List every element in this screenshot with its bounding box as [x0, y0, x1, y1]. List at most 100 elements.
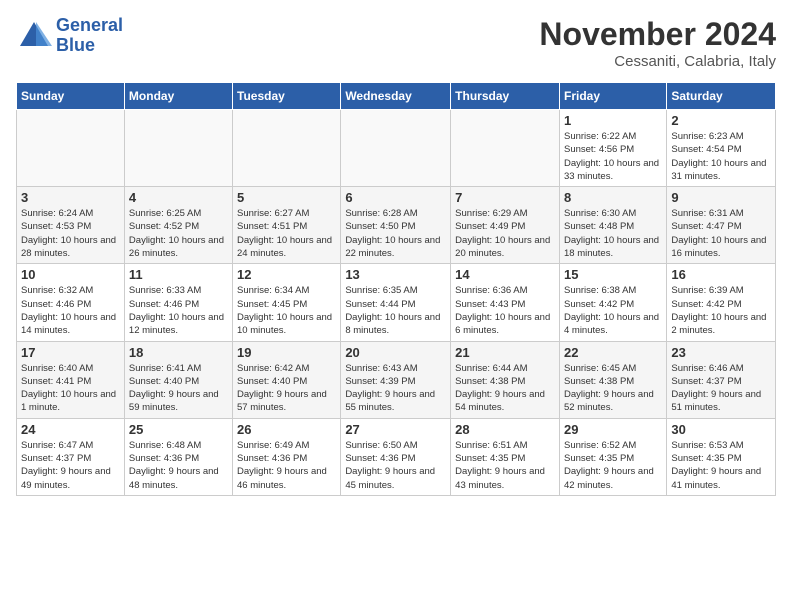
calendar-header-row: Sunday Monday Tuesday Wednesday Thursday…	[17, 83, 776, 110]
table-row: 6Sunrise: 6:28 AM Sunset: 4:50 PM Daylig…	[341, 187, 451, 264]
table-row	[341, 110, 451, 187]
day-info: Sunrise: 6:24 AM Sunset: 4:53 PM Dayligh…	[21, 207, 120, 260]
day-number: 24	[21, 422, 120, 437]
day-number: 17	[21, 345, 120, 360]
day-number: 21	[455, 345, 555, 360]
col-thursday: Thursday	[451, 83, 560, 110]
title-area: November 2024 Cessaniti, Calabria, Italy	[539, 16, 776, 70]
header: General Blue November 2024 Cessaniti, Ca…	[16, 16, 776, 70]
day-info: Sunrise: 6:48 AM Sunset: 4:36 PM Dayligh…	[129, 439, 228, 492]
table-row	[233, 110, 341, 187]
day-number: 3	[21, 190, 120, 205]
table-row: 17 Sunrise: 6:40 AM Sunset: 4:41 PM Dayli…	[17, 341, 125, 418]
day-number: 1	[564, 113, 662, 128]
table-row: 28 Sunrise: 6:51 AM Sunset: 4:35 PM Dayli…	[451, 418, 560, 495]
day-number: 16	[671, 267, 771, 282]
table-row: 16Sunrise: 6:39 AM Sunset: 4:42 PM Dayli…	[667, 264, 776, 341]
table-row: 25 Sunrise: 6:48 AM Sunset: 4:36 PM Dayli…	[124, 418, 232, 495]
table-row: 8 Sunrise: 6:30 AM Sunset: 4:48 PM Daylig…	[559, 187, 666, 264]
day-info: Sunrise: 6:22 AM Sunset: 4:56 PM Dayligh…	[564, 130, 662, 183]
table-row: 12Sunrise: 6:34 AM Sunset: 4:45 PM Dayli…	[233, 264, 341, 341]
table-row: 3 Sunrise: 6:24 AM Sunset: 4:53 PM Daylig…	[17, 187, 125, 264]
table-row: 7Sunrise: 6:29 AM Sunset: 4:49 PM Daylig…	[451, 187, 560, 264]
day-number: 29	[564, 422, 662, 437]
day-number: 4	[129, 190, 228, 205]
logo-text: General Blue	[56, 16, 123, 56]
calendar-row: 24Sunrise: 6:47 AM Sunset: 4:37 PM Dayli…	[17, 418, 776, 495]
table-row: 4 Sunrise: 6:25 AM Sunset: 4:52 PM Daylig…	[124, 187, 232, 264]
table-row: 19 Sunrise: 6:42 AM Sunset: 4:40 PM Dayli…	[233, 341, 341, 418]
col-monday: Monday	[124, 83, 232, 110]
day-number: 13	[345, 267, 446, 282]
day-number: 26	[237, 422, 336, 437]
table-row: 9 Sunrise: 6:31 AM Sunset: 4:47 PM Daylig…	[667, 187, 776, 264]
day-info: Sunrise: 6:50 AM Sunset: 4:36 PM Dayligh…	[345, 439, 446, 492]
table-row: 20 Sunrise: 6:43 AM Sunset: 4:39 PM Dayli…	[341, 341, 451, 418]
calendar-row: 1 Sunrise: 6:22 AM Sunset: 4:56 PM Daylig…	[17, 110, 776, 187]
day-info: Sunrise: 6:23 AM Sunset: 4:54 PM Dayligh…	[671, 130, 771, 183]
table-row: 10 Sunrise: 6:32 AM Sunset: 4:46 PM Dayli…	[17, 264, 125, 341]
logo-icon	[16, 18, 52, 54]
day-number: 19	[237, 345, 336, 360]
day-info: Sunrise: 6:41 AM Sunset: 4:40 PM Dayligh…	[129, 362, 228, 415]
table-row: 23 Sunrise: 6:46 AM Sunset: 4:37 PM Dayli…	[667, 341, 776, 418]
table-row: 24Sunrise: 6:47 AM Sunset: 4:37 PM Dayli…	[17, 418, 125, 495]
table-row: 26 Sunrise: 6:49 AM Sunset: 4:36 PM Dayli…	[233, 418, 341, 495]
table-row: 27Sunrise: 6:50 AM Sunset: 4:36 PM Dayli…	[341, 418, 451, 495]
day-info: Sunrise: 6:33 AM Sunset: 4:46 PM Dayligh…	[129, 284, 228, 337]
calendar-row: 3 Sunrise: 6:24 AM Sunset: 4:53 PM Daylig…	[17, 187, 776, 264]
calendar-row: 10 Sunrise: 6:32 AM Sunset: 4:46 PM Dayli…	[17, 264, 776, 341]
day-number: 2	[671, 113, 771, 128]
calendar-row: 17 Sunrise: 6:40 AM Sunset: 4:41 PM Dayli…	[17, 341, 776, 418]
table-row: 2 Sunrise: 6:23 AM Sunset: 4:54 PM Daylig…	[667, 110, 776, 187]
day-number: 11	[129, 267, 228, 282]
table-row	[124, 110, 232, 187]
day-number: 23	[671, 345, 771, 360]
day-number: 20	[345, 345, 446, 360]
day-info: Sunrise: 6:52 AM Sunset: 4:35 PM Dayligh…	[564, 439, 662, 492]
day-info: Sunrise: 6:40 AM Sunset: 4:41 PM Dayligh…	[21, 362, 120, 415]
day-info: Sunrise: 6:51 AM Sunset: 4:35 PM Dayligh…	[455, 439, 555, 492]
day-number: 9	[671, 190, 771, 205]
day-info: Sunrise: 6:30 AM Sunset: 4:48 PM Dayligh…	[564, 207, 662, 260]
day-number: 5	[237, 190, 336, 205]
day-info: Sunrise: 6:27 AM Sunset: 4:51 PM Dayligh…	[237, 207, 336, 260]
table-row: 15Sunrise: 6:38 AM Sunset: 4:42 PM Dayli…	[559, 264, 666, 341]
table-row: 13 Sunrise: 6:35 AM Sunset: 4:44 PM Dayli…	[341, 264, 451, 341]
day-info: Sunrise: 6:44 AM Sunset: 4:38 PM Dayligh…	[455, 362, 555, 415]
table-row: 29 Sunrise: 6:52 AM Sunset: 4:35 PM Dayli…	[559, 418, 666, 495]
calendar-table: Sunday Monday Tuesday Wednesday Thursday…	[16, 82, 776, 496]
day-info: Sunrise: 6:35 AM Sunset: 4:44 PM Dayligh…	[345, 284, 446, 337]
day-number: 15	[564, 267, 662, 282]
day-info: Sunrise: 6:43 AM Sunset: 4:39 PM Dayligh…	[345, 362, 446, 415]
day-number: 8	[564, 190, 662, 205]
day-info: Sunrise: 6:29 AM Sunset: 4:49 PM Dayligh…	[455, 207, 555, 260]
table-row: 22Sunrise: 6:45 AM Sunset: 4:38 PM Dayli…	[559, 341, 666, 418]
day-info: Sunrise: 6:31 AM Sunset: 4:47 PM Dayligh…	[671, 207, 771, 260]
month-title: November 2024	[539, 16, 776, 53]
day-info: Sunrise: 6:32 AM Sunset: 4:46 PM Dayligh…	[21, 284, 120, 337]
day-info: Sunrise: 6:36 AM Sunset: 4:43 PM Dayligh…	[455, 284, 555, 337]
day-info: Sunrise: 6:25 AM Sunset: 4:52 PM Dayligh…	[129, 207, 228, 260]
col-friday: Friday	[559, 83, 666, 110]
col-wednesday: Wednesday	[341, 83, 451, 110]
table-row: 14Sunrise: 6:36 AM Sunset: 4:43 PM Dayli…	[451, 264, 560, 341]
table-row: 21 Sunrise: 6:44 AM Sunset: 4:38 PM Dayli…	[451, 341, 560, 418]
day-number: 18	[129, 345, 228, 360]
table-row	[451, 110, 560, 187]
day-number: 10	[21, 267, 120, 282]
table-row: 11 Sunrise: 6:33 AM Sunset: 4:46 PM Dayli…	[124, 264, 232, 341]
table-row	[17, 110, 125, 187]
day-info: Sunrise: 6:42 AM Sunset: 4:40 PM Dayligh…	[237, 362, 336, 415]
col-tuesday: Tuesday	[233, 83, 341, 110]
day-number: 28	[455, 422, 555, 437]
day-info: Sunrise: 6:46 AM Sunset: 4:37 PM Dayligh…	[671, 362, 771, 415]
day-info: Sunrise: 6:53 AM Sunset: 4:35 PM Dayligh…	[671, 439, 771, 492]
day-number: 30	[671, 422, 771, 437]
day-number: 25	[129, 422, 228, 437]
day-info: Sunrise: 6:49 AM Sunset: 4:36 PM Dayligh…	[237, 439, 336, 492]
day-info: Sunrise: 6:45 AM Sunset: 4:38 PM Dayligh…	[564, 362, 662, 415]
col-sunday: Sunday	[17, 83, 125, 110]
subtitle: Cessaniti, Calabria, Italy	[539, 53, 776, 70]
table-row: 18 Sunrise: 6:41 AM Sunset: 4:40 PM Dayli…	[124, 341, 232, 418]
